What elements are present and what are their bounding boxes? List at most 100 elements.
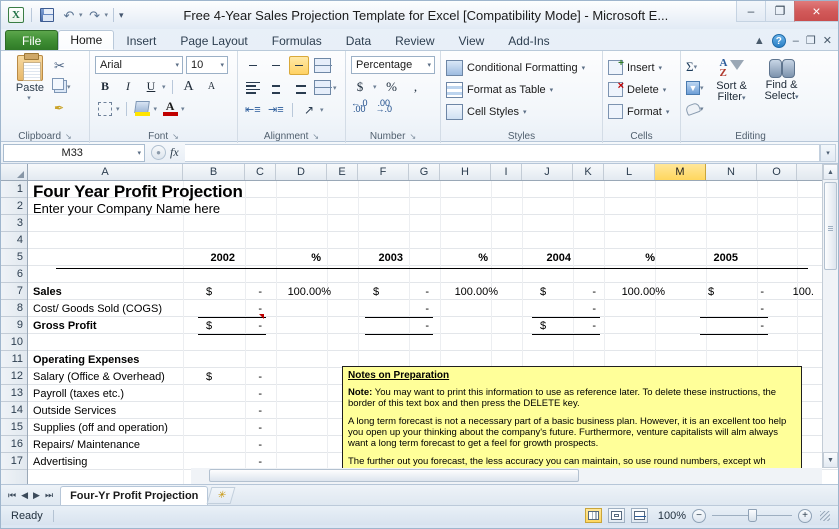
cell-label-advertising[interactable]: Advertising bbox=[33, 454, 87, 471]
column-header-m[interactable]: M bbox=[655, 164, 706, 180]
tab-page-layout[interactable]: Page Layout bbox=[168, 30, 259, 50]
cell-sales-pct-3[interactable]: 100.00% bbox=[600, 284, 665, 301]
column-header-l[interactable]: L bbox=[604, 164, 655, 180]
bold-button[interactable]: B bbox=[95, 77, 115, 96]
tab-insert[interactable]: Insert bbox=[114, 30, 168, 50]
cell-a2[interactable]: Enter your Company Name here bbox=[33, 200, 220, 217]
cell-label-salary[interactable]: Salary (Office & Overhead) bbox=[33, 369, 165, 386]
row-header-17[interactable]: 17 bbox=[1, 453, 27, 470]
tab-review[interactable]: Review bbox=[383, 30, 446, 50]
alignment-dialog-launcher[interactable]: ↘ bbox=[312, 132, 319, 141]
cell-label-payroll[interactable]: Payroll (taxes etc.) bbox=[33, 386, 124, 403]
zoom-slider-thumb[interactable] bbox=[748, 509, 757, 522]
autosum-dropdown-icon[interactable]: ▾ bbox=[694, 63, 698, 71]
underline-dropdown-icon[interactable]: ▾ bbox=[162, 83, 166, 91]
horizontal-scrollbar[interactable] bbox=[191, 468, 822, 484]
fill-dropdown-icon[interactable]: ▾ bbox=[700, 84, 704, 92]
font-color-button[interactable]: A bbox=[160, 99, 180, 118]
find-select-button[interactable]: Find & Select▾ bbox=[757, 57, 807, 118]
cell-year-2005[interactable]: 2005 bbox=[683, 250, 738, 267]
cell-cogs-2003[interactable]: - bbox=[365, 301, 429, 318]
vertical-scroll-thumb[interactable] bbox=[824, 182, 837, 270]
tab-home[interactable]: Home bbox=[58, 30, 115, 50]
scroll-up-button[interactable]: ▲ bbox=[823, 164, 838, 180]
column-header-c[interactable]: C bbox=[245, 164, 276, 180]
align-right-button[interactable] bbox=[289, 78, 309, 97]
cell-label-outside-services[interactable]: Outside Services bbox=[33, 403, 116, 420]
row-header-10[interactable]: 10 bbox=[1, 334, 27, 351]
next-sheet-icon[interactable]: ▶ bbox=[33, 490, 40, 501]
merge-dropdown-icon[interactable]: ▾ bbox=[333, 84, 337, 92]
resize-grip[interactable] bbox=[820, 510, 830, 521]
italic-button[interactable]: I bbox=[118, 77, 138, 96]
last-sheet-icon[interactable]: ⏭ bbox=[45, 490, 53, 501]
column-header-f[interactable]: F bbox=[358, 164, 409, 180]
undo-icon[interactable]: ↶ bbox=[59, 5, 79, 25]
font-name-combo[interactable]: Arial ▾ bbox=[95, 56, 183, 74]
cell-label-cogs[interactable]: Cost/ Goods Sold (COGS) bbox=[33, 301, 162, 318]
number-format-combo[interactable]: Percentage ▾ bbox=[351, 56, 435, 74]
align-left-button[interactable] bbox=[243, 78, 263, 97]
workbook-close-icon[interactable]: ✕ bbox=[823, 35, 832, 47]
cell-sales-pct-2[interactable]: 100.00% bbox=[433, 284, 498, 301]
column-header-k[interactable]: K bbox=[573, 164, 604, 180]
format-painter-button[interactable]: ✒ bbox=[54, 98, 71, 117]
sheet-tab-four-yr-profit-projection[interactable]: Four-Yr Profit Projection bbox=[60, 485, 209, 505]
page-break-view-button[interactable] bbox=[631, 508, 648, 523]
collapse-ribbon-icon[interactable]: ▲ bbox=[754, 35, 765, 47]
comment-indicator-icon[interactable] bbox=[259, 314, 264, 319]
row-header-4[interactable]: 4 bbox=[1, 232, 27, 249]
redo-icon[interactable]: ↷ bbox=[85, 5, 105, 25]
cell-label-operating-expenses[interactable]: Operating Expenses bbox=[33, 352, 139, 369]
normal-view-button[interactable] bbox=[585, 508, 602, 523]
accounting-dropdown-icon[interactable]: ▾ bbox=[373, 83, 377, 91]
cell-sales-2003[interactable]: - bbox=[365, 284, 429, 301]
formula-input[interactable] bbox=[184, 143, 820, 162]
delete-cells-button[interactable]: Delete ▾ bbox=[608, 79, 669, 100]
cell-pct-header-2[interactable]: % bbox=[433, 250, 488, 267]
format-cells-button[interactable]: Format ▾ bbox=[608, 101, 669, 122]
column-header-o[interactable]: O bbox=[757, 164, 797, 180]
cell-sales-2002[interactable]: - bbox=[198, 284, 262, 301]
cell-sales-2004[interactable]: - bbox=[532, 284, 596, 301]
expand-formula-bar-icon[interactable]: ▾ bbox=[820, 143, 836, 162]
minimize-button[interactable]: – bbox=[736, 1, 765, 22]
row-header-11[interactable]: 11 bbox=[1, 351, 27, 368]
cell-outside-services-2002[interactable]: - bbox=[198, 403, 262, 420]
cell-label-repairs[interactable]: Repairs/ Maintenance bbox=[33, 437, 140, 454]
bottom-align-button[interactable] bbox=[289, 56, 309, 75]
font-dialog-launcher[interactable]: ↘ bbox=[172, 132, 179, 141]
autosum-button[interactable]: Σ ▾ bbox=[686, 57, 704, 76]
column-header-d[interactable]: D bbox=[276, 164, 327, 180]
tab-file[interactable]: File bbox=[5, 30, 59, 50]
orientation-button[interactable]: ↗ bbox=[299, 100, 319, 119]
middle-align-button[interactable] bbox=[266, 56, 286, 75]
page-layout-view-button[interactable] bbox=[608, 508, 625, 523]
cell-year-2003[interactable]: 2003 bbox=[348, 250, 403, 267]
cell-cogs-2004[interactable]: - bbox=[532, 301, 596, 318]
cell-sales-pct-1[interactable]: 100.00% bbox=[266, 284, 331, 301]
cut-button[interactable]: ✂ bbox=[54, 56, 71, 75]
cell-salary-2002[interactable]: - bbox=[198, 369, 262, 386]
undo-dropdown-icon[interactable]: ▾ bbox=[79, 11, 83, 19]
orientation-dropdown-icon[interactable]: ▾ bbox=[320, 106, 324, 114]
wrap-text-button[interactable] bbox=[312, 56, 332, 75]
increase-indent-button[interactable]: ⇥≡ bbox=[266, 100, 286, 119]
row-header-2[interactable]: 2 bbox=[1, 198, 27, 215]
row-header-14[interactable]: 14 bbox=[1, 402, 27, 419]
restore-button[interactable]: ❐ bbox=[765, 1, 794, 22]
conditional-formatting-button[interactable]: Conditional Formatting ▾ bbox=[446, 57, 585, 78]
redo-dropdown-icon[interactable]: ▾ bbox=[105, 11, 109, 19]
row-header-3[interactable]: 3 bbox=[1, 215, 27, 232]
sort-filter-button[interactable]: AZ Sort & Filter▾ bbox=[707, 57, 757, 118]
cell-pct-header-1[interactable]: % bbox=[266, 250, 321, 267]
row-header-9[interactable]: 9 bbox=[1, 317, 27, 334]
tab-formulas[interactable]: Formulas bbox=[260, 30, 334, 50]
fill-button[interactable]: ▼ ▾ bbox=[686, 78, 704, 97]
cell-payroll-2002[interactable]: - bbox=[198, 386, 262, 403]
decrease-indent-button[interactable]: ⇤≡ bbox=[243, 100, 263, 119]
new-sheet-button[interactable]: ✳ bbox=[206, 486, 236, 504]
cell-supplies-2002[interactable]: - bbox=[198, 420, 262, 437]
cell-label-sales[interactable]: Sales bbox=[33, 284, 62, 301]
row-header-7[interactable]: 7 bbox=[1, 283, 27, 300]
